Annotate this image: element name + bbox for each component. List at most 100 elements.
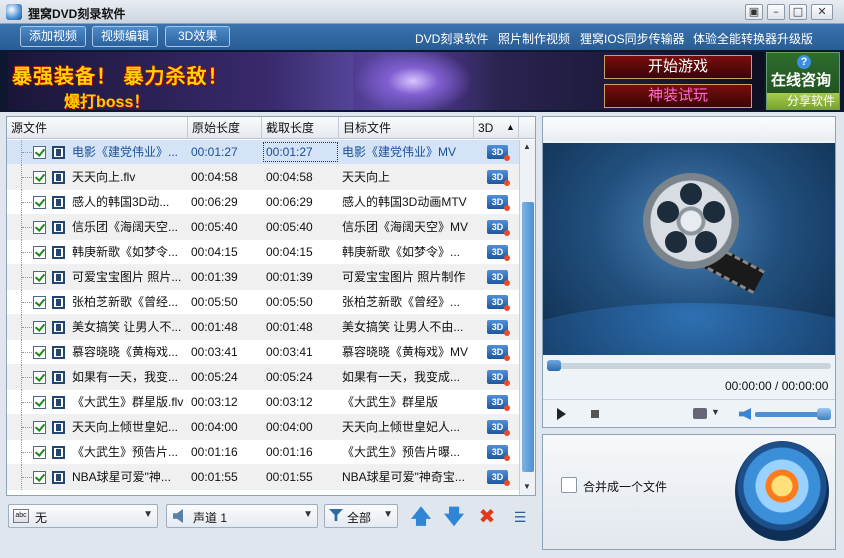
move-down-icon[interactable]: 🡇 <box>443 506 465 528</box>
game-ad[interactable]: 暴强装备！ 暴力杀敌！ 爆打boss！ 开始游戏 神装试玩 <box>8 52 764 110</box>
cut-length[interactable]: 00:01:39 <box>266 265 313 289</box>
3d-icon[interactable]: 3D <box>487 295 510 311</box>
table-row[interactable]: 美女搞笑 让男人不... 00:01:48 00:01:48 美女搞笑 让男人不… <box>7 315 519 340</box>
scroll-up-icon[interactable]: ▲ <box>523 142 531 151</box>
link-converter-upgrade[interactable]: 体验全能转换器升级版 <box>693 30 813 47</box>
row-checkbox[interactable] <box>33 446 46 459</box>
scroll-down-icon[interactable]: ▼ <box>523 482 531 491</box>
volume-handle[interactable] <box>817 408 831 420</box>
snapshot-icon[interactable] <box>693 408 707 419</box>
3d-icon[interactable]: 3D <box>487 245 510 261</box>
burn-disc-button[interactable] <box>735 441 829 541</box>
3d-icon[interactable]: 3D <box>487 420 510 436</box>
table-row[interactable]: 信乐团《海阔天空... 00:05:40 00:05:40 信乐团《海阔天空》M… <box>7 215 519 240</box>
volume-slider[interactable] <box>755 408 831 420</box>
cut-length[interactable]: 00:04:58 <box>266 165 313 189</box>
seek-handle[interactable] <box>547 360 561 371</box>
ad-start-game-button[interactable]: 开始游戏 <box>604 55 752 79</box>
cut-length[interactable]: 00:01:27 <box>266 140 313 164</box>
online-consult[interactable]: ? 在线咨询 分享软件 <box>766 52 840 110</box>
3d-icon[interactable]: 3D <box>487 270 510 286</box>
cut-length[interactable]: 00:01:55 <box>266 465 313 489</box>
row-checkbox[interactable] <box>33 171 46 184</box>
table-row[interactable]: NBA球星可爱"神... 00:01:55 00:01:55 NBA球星可爱"神… <box>7 465 519 490</box>
merge-checkbox[interactable] <box>561 477 577 493</box>
col-cut-length[interactable]: 截取长度 <box>262 117 339 139</box>
table-row[interactable]: 如果有一天，我变... 00:05:24 00:05:24 如果有一天，我变成.… <box>7 365 519 390</box>
cut-length[interactable]: 00:01:16 <box>266 440 313 464</box>
table-row[interactable]: 张柏芝新歌《曾经... 00:05:50 00:05:50 张柏芝新歌《曾经》.… <box>7 290 519 315</box>
3d-icon[interactable]: 3D <box>487 170 510 186</box>
maximize-button[interactable]: □ <box>789 4 807 20</box>
row-checkbox[interactable] <box>33 396 46 409</box>
cut-length[interactable]: 00:04:00 <box>266 415 313 439</box>
filter-select[interactable]: 全部 ▼ <box>324 504 398 528</box>
3d-icon[interactable]: 3D <box>487 470 510 486</box>
link-photo-video[interactable]: 照片制作视频 <box>498 30 570 47</box>
3d-icon[interactable]: 3D <box>487 320 510 336</box>
col-source[interactable]: 源文件 <box>7 117 188 139</box>
move-up-icon[interactable]: 🡅 <box>410 506 432 528</box>
clear-list-icon[interactable]: ☰ <box>509 506 531 528</box>
chevron-down-icon[interactable]: ▼ <box>711 407 720 417</box>
share-button[interactable]: 分享软件 <box>767 93 839 109</box>
3d-icon[interactable]: 3D <box>487 220 510 236</box>
3d-icon[interactable]: 3D <box>487 445 510 461</box>
row-checkbox[interactable] <box>33 221 46 234</box>
cut-length[interactable]: 00:04:15 <box>266 240 313 264</box>
table-row[interactable]: 《大武生》预告片... 00:01:16 00:01:16 《大武生》预告片曝.… <box>7 440 519 465</box>
table-row[interactable]: 电影《建党伟业》... 00:01:27 00:01:27 电影《建党伟业》MV… <box>7 140 519 165</box>
table-row[interactable]: 韩庚新歌《如梦令... 00:04:15 00:04:15 韩庚新歌《如梦令》.… <box>7 240 519 265</box>
table-row[interactable]: 天天向上倾世皇妃... 00:04:00 00:04:00 天天向上倾世皇妃人.… <box>7 415 519 440</box>
3d-icon[interactable]: 3D <box>487 195 510 211</box>
play-icon[interactable] <box>557 408 566 420</box>
seek-slider[interactable] <box>547 360 831 371</box>
col-target[interactable]: 目标文件 <box>339 117 474 139</box>
stop-icon[interactable] <box>591 410 599 418</box>
row-checkbox[interactable] <box>33 421 46 434</box>
row-checkbox[interactable] <box>33 246 46 259</box>
row-checkbox[interactable] <box>33 146 46 159</box>
3d-effect-button[interactable]: 3D效果 <box>165 26 231 47</box>
volume-icon[interactable] <box>739 408 751 420</box>
table-row[interactable]: 天天向上.flv 00:04:58 00:04:58 天天向上 3D <box>7 165 519 190</box>
ad-trial-button[interactable]: 神装试玩 <box>604 84 752 108</box>
video-screen[interactable] <box>543 143 835 355</box>
cut-length[interactable]: 00:03:41 <box>266 340 313 364</box>
cut-length[interactable]: 00:05:24 <box>266 365 313 389</box>
scrollbar-thumb[interactable] <box>522 202 534 472</box>
row-checkbox[interactable] <box>33 321 46 334</box>
table-row[interactable]: 感人的韩国3D动... 00:06:29 00:06:29 感人的韩国3D动画M… <box>7 190 519 215</box>
3d-icon[interactable]: 3D <box>487 345 510 361</box>
audio-track-select[interactable]: 声道 1 ▼ <box>166 504 318 528</box>
table-row[interactable]: 慕容晓晓《黄梅戏... 00:03:41 00:03:41 慕容晓晓《黄梅戏》M… <box>7 340 519 365</box>
3d-icon[interactable]: 3D <box>487 395 510 411</box>
row-checkbox[interactable] <box>33 296 46 309</box>
table-row[interactable]: 《大武生》群星版.flv 00:03:12 00:03:12 《大武生》群星版 … <box>7 390 519 415</box>
row-checkbox[interactable] <box>33 271 46 284</box>
cut-length[interactable]: 00:03:12 <box>266 390 313 414</box>
minimize-button[interactable]: – <box>767 4 785 20</box>
add-video-button[interactable]: 添加视频 <box>20 26 87 47</box>
subtitle-select[interactable]: abc 无 ▼ <box>8 504 158 528</box>
3d-icon[interactable]: 3D <box>487 370 510 386</box>
row-checkbox[interactable] <box>33 346 46 359</box>
link-ios-sync[interactable]: 狸窝IOS同步传输器 <box>580 30 685 47</box>
row-checkbox[interactable] <box>33 371 46 384</box>
cut-length[interactable]: 00:01:48 <box>266 315 313 339</box>
table-row[interactable]: 可爱宝宝图片 照片... 00:01:39 00:01:39 可爱宝宝图片 照片… <box>7 265 519 290</box>
cut-length[interactable]: 00:06:29 <box>266 190 313 214</box>
merge-label[interactable]: 合并成一个文件 <box>583 478 667 495</box>
edit-video-button[interactable]: 视频编辑 <box>92 26 159 47</box>
list-scrollbar[interactable]: ▲ ▼ <box>519 140 535 495</box>
row-checkbox[interactable] <box>33 471 46 484</box>
link-dvd-burner[interactable]: DVD刻录软件 <box>415 30 488 47</box>
close-button[interactable]: ✕ <box>811 4 833 20</box>
row-checkbox[interactable] <box>33 196 46 209</box>
3d-icon[interactable]: 3D <box>487 145 510 161</box>
col-original-length[interactable]: 原始长度 <box>188 117 262 139</box>
cut-length[interactable]: 00:05:50 <box>266 290 313 314</box>
delete-icon[interactable]: ✖ <box>476 506 498 528</box>
cut-length[interactable]: 00:05:40 <box>266 215 313 239</box>
skin-button[interactable]: ▣ <box>745 4 763 20</box>
